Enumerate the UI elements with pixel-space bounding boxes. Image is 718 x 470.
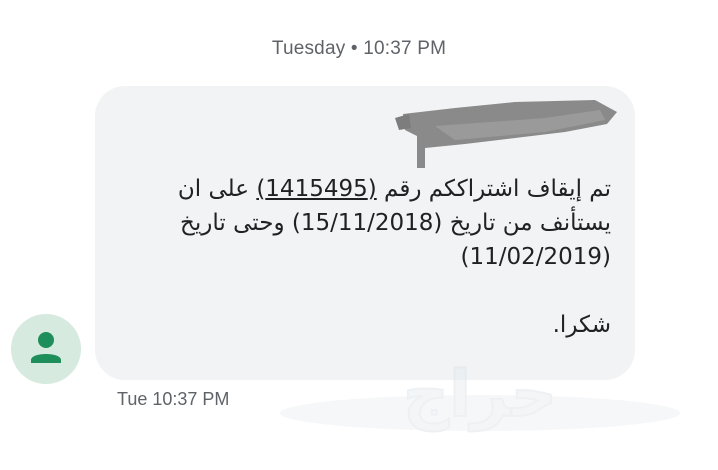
sender-avatar[interactable]: [11, 314, 81, 384]
watermark-logo: حراج: [280, 358, 680, 433]
date-header: Tuesday • 10:37 PM: [271, 38, 447, 59]
message-body: تم إيقاف اشتراككم رقم (1415495) على ان ي…: [121, 172, 611, 342]
message-line-3: (11/02/2019): [460, 244, 611, 270]
message-line-1: تم إيقاف اشتراككم رقم (1415495) على ان: [121, 172, 611, 206]
watermark-text: حراج: [403, 358, 557, 432]
person-icon: [31, 332, 61, 363]
message-bubble[interactable]: تم إيقاف اشتراككم رقم (1415495) على ان ي…: [95, 86, 635, 380]
message-text-segment: على ان: [177, 176, 257, 202]
messages-screen: Tuesday • 10:37 PM تم إيقاف اشتراككم رقم…: [0, 0, 718, 470]
subscription-number[interactable]: (1415495): [256, 176, 376, 202]
message-timestamp: Tue 10:37 PM: [117, 389, 230, 409]
redaction-scribble: [395, 100, 617, 168]
message-closing: شكرا.: [552, 312, 611, 338]
message-line-2: يستأنف من تاريخ (15/11/2018) وحتى تاريخ: [180, 210, 611, 236]
message-text-segment: تم إيقاف اشتراككم رقم: [376, 176, 611, 202]
